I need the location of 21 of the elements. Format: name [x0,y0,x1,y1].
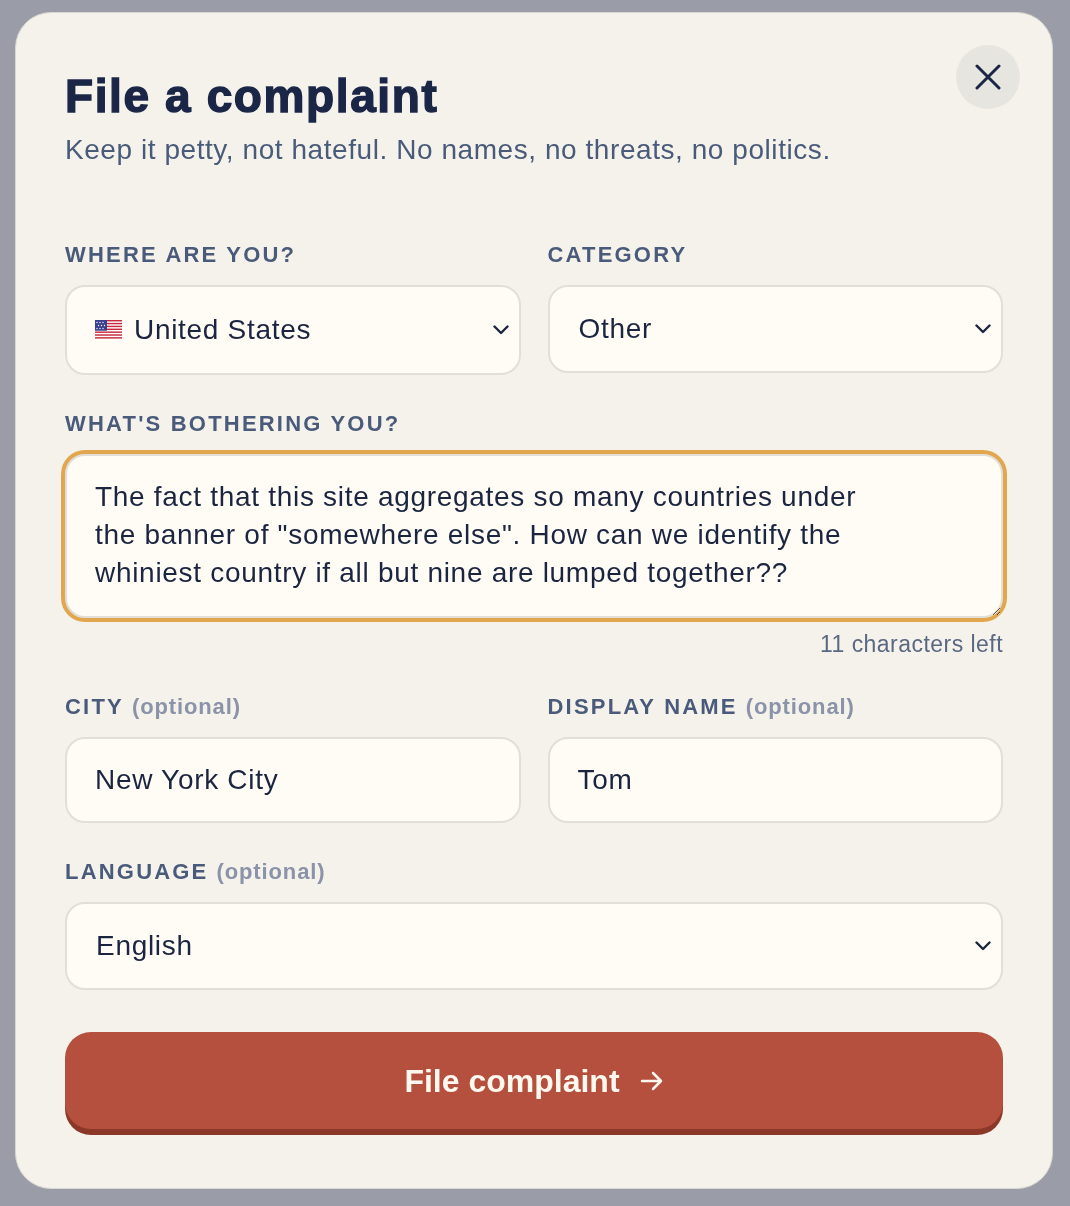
dropdown[interactable]: English [65,902,1003,990]
field-label: WHAT'S BOTHERING YOU? [65,410,401,438]
text-field[interactable]: Tom [547,737,1003,823]
field-label: WHERE ARE YOU? [65,241,297,269]
text-field[interactable]: New York City [65,737,521,823]
chevron-down-icon [975,324,991,334]
text-area[interactable]: The fact that this site aggregates so many countries under the banner of "somewhere else". How can we identify the whiniest country if all but nine are lumped together?? [65,454,1003,618]
field-label: CATEGORY [547,241,688,269]
field-label: DISPLAY NAME (optional) [547,693,855,721]
arrow-right-icon [639,1070,664,1091]
dialog-subtitle: Keep it petty, not hateful. No names, no threats, no politics. [65,133,831,167]
flag-icon [95,320,122,340]
dialog-title: File a complaint [65,71,439,121]
dropdown[interactable]: Other [547,285,1003,373]
chevron-down-icon [492,325,509,335]
close-icon [975,64,1001,90]
chevron-down-icon [975,941,991,951]
field-label: LANGUAGE (optional) [65,858,326,886]
field-label: CITY (optional) [65,693,241,721]
country-dropdown[interactable]: United States [65,285,521,375]
character-counter: 11 characters left [820,630,1003,658]
